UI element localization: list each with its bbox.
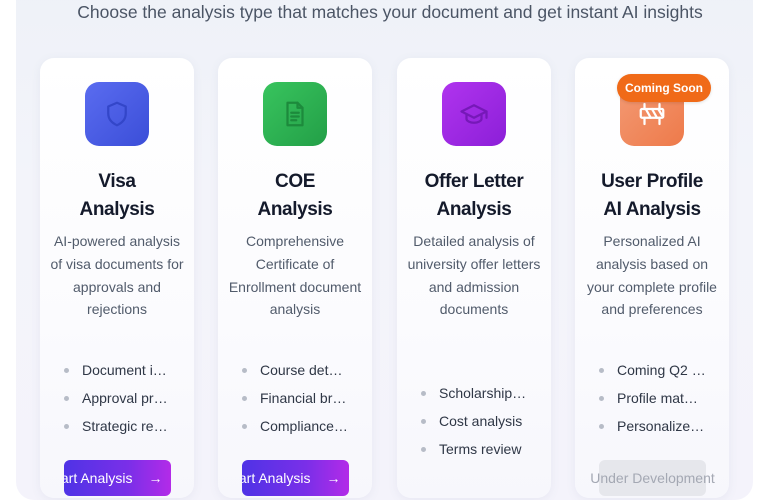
card-description: Personalized AI analysis based on your c… — [587, 233, 717, 318]
feature-item: Cost analysis — [421, 407, 539, 435]
card-description: AI-powered analysis of visa documents fo… — [50, 233, 184, 318]
shield-icon — [85, 82, 149, 146]
graduation-cap-icon — [442, 82, 506, 146]
user-profile-analysis-card[interactable]: Coming Soon User Profile AI Analysis Per… — [575, 58, 729, 498]
card-title: Visa Analysis — [79, 171, 155, 220]
arrow-right-icon: → — [326, 470, 341, 486]
button-label: tart Analysis — [64, 470, 133, 486]
coe-analysis-card[interactable]: COE Analysis Comprehensive Certificate o… — [218, 58, 372, 498]
feature-item: Scholarship… — [421, 379, 539, 407]
feature-list: Coming Q2 … Profile mat… Personalize… — [599, 356, 717, 440]
feature-list: Course det… Financial br… Compliance… — [242, 356, 360, 440]
feature-item: Approval pr… — [64, 384, 182, 412]
document-icon — [263, 82, 327, 146]
section-subtitle: Choose the analysis type that matches yo… — [77, 2, 703, 22]
card-description: Detailed analysis of university offer le… — [407, 233, 541, 318]
feature-item: Financial br… — [242, 384, 360, 412]
feature-item: Strategic re… — [64, 412, 182, 440]
arrow-right-icon: → — [148, 470, 163, 486]
feature-list: Scholarship… Cost analysis Terms review — [421, 379, 539, 463]
coming-soon-badge: Coming Soon — [617, 74, 711, 102]
feature-item: Course det… — [242, 356, 360, 384]
feature-item: Terms review — [421, 435, 539, 463]
card-title: Offer Letter Analysis — [424, 171, 524, 220]
card-title: User Profile AI Analysis — [601, 171, 703, 220]
visa-analysis-card[interactable]: Visa Analysis AI-powered analysis of vis… — [40, 58, 194, 498]
card-title: COE Analysis — [257, 171, 333, 220]
under-development-button: Under Development — [590, 460, 715, 496]
feature-item: Compliance… — [242, 412, 360, 440]
start-analysis-button[interactable]: tart Analysis → — [242, 460, 349, 496]
offer-letter-analysis-card[interactable]: Offer Letter Analysis Detailed analysis … — [397, 58, 551, 498]
feature-item: Personalize… — [599, 412, 717, 440]
feature-item: Profile mat… — [599, 384, 717, 412]
start-analysis-button[interactable]: tart Analysis → — [64, 460, 171, 496]
feature-list: Document i… Approval pr… Strategic re… — [64, 356, 182, 440]
feature-item: Document i… — [64, 356, 182, 384]
button-label: tart Analysis — [242, 470, 311, 486]
card-description: Comprehensive Certificate of Enrollment … — [228, 233, 362, 318]
feature-item: Coming Q2 … — [599, 356, 717, 384]
